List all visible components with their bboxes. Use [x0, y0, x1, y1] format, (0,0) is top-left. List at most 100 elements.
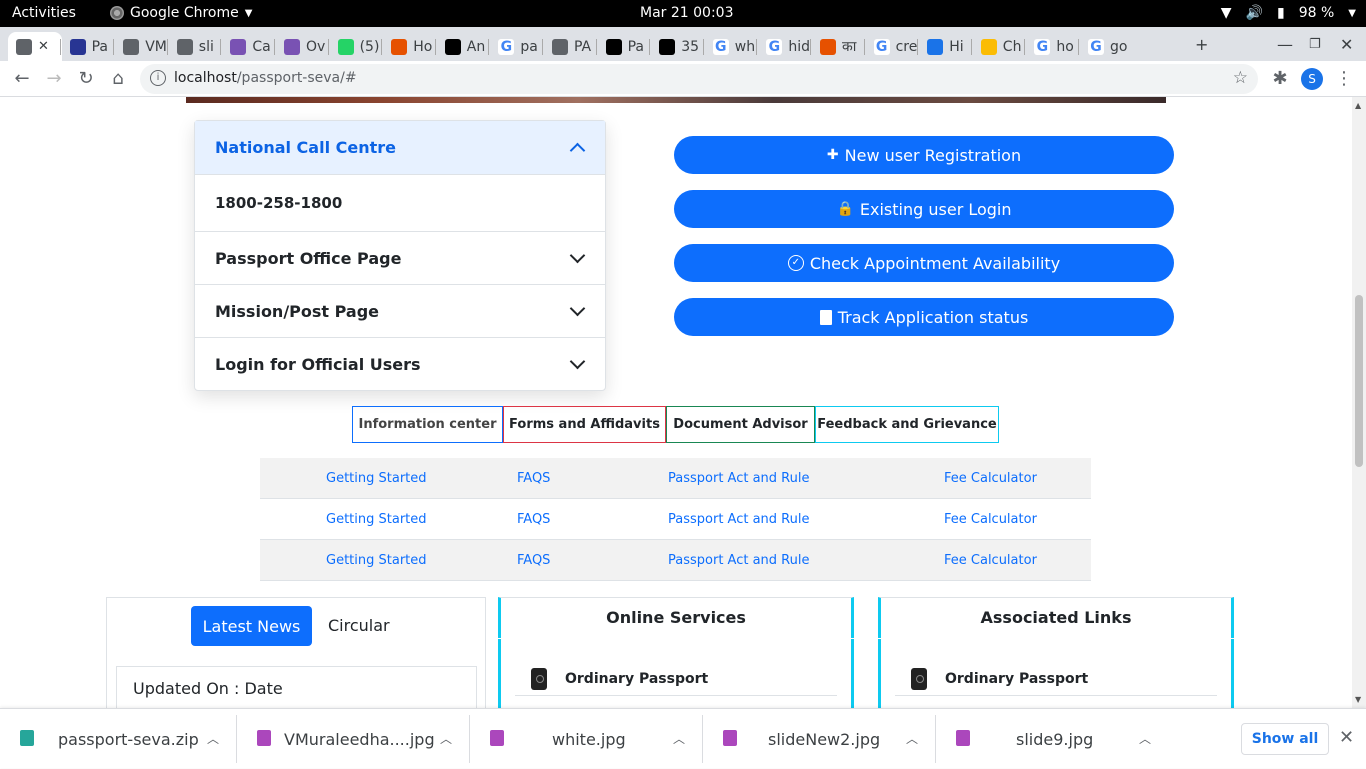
browser-tab[interactable]: 35 — [651, 32, 703, 61]
menu-kebab-icon[interactable]: ⋮ — [1332, 67, 1356, 91]
forward-button[interactable]: → — [42, 67, 66, 91]
scroll-up-icon[interactable]: ▲ — [1355, 101, 1361, 110]
download-item[interactable]: slideNew2.jpg ︿ — [703, 709, 934, 769]
scroll-down-icon[interactable]: ▼ — [1355, 695, 1361, 704]
clock[interactable]: Mar 21 00:03 — [640, 5, 733, 21]
tab-separator — [810, 39, 811, 55]
browser-tab[interactable]: (5) — [330, 32, 382, 61]
browser-tab[interactable]: Ghid — [758, 32, 810, 61]
back-button[interactable]: ← — [10, 67, 34, 91]
chevron-up-icon[interactable]: ︿ — [673, 730, 685, 747]
download-item[interactable]: VMuraleedha....jpg ︿ — [237, 709, 468, 769]
address-bar[interactable]: i localhost/passport-seva/# ☆ — [140, 64, 1258, 94]
restore-button[interactable]: ❐ — [1309, 37, 1321, 52]
browser-tab[interactable]: Gcre — [866, 32, 918, 61]
browser-tab[interactable]: Pa — [62, 32, 114, 61]
link-faqs[interactable]: FAQS — [517, 512, 550, 527]
browser-tab[interactable]: Ggo — [1080, 32, 1132, 61]
link-getting-started[interactable]: Getting Started — [326, 512, 427, 527]
browser-tab[interactable]: Ca — [222, 32, 274, 61]
tab-title: ho — [1056, 38, 1074, 55]
tab-document-advisor[interactable]: Document Advisor — [666, 406, 815, 443]
file-icon — [490, 730, 504, 746]
browser-tab[interactable]: ✕ — [8, 32, 62, 61]
minimize-button[interactable]: — — [1277, 35, 1293, 54]
tab-feedback-grievance[interactable]: Feedback and Grievance — [815, 406, 999, 443]
link-fee-calculator[interactable]: Fee Calculator — [944, 471, 1037, 486]
accordion-header-mission-post[interactable]: Mission/Post Page — [195, 284, 605, 337]
new-registration-button[interactable]: ✚ New user Registration — [674, 136, 1174, 174]
link-passport-act[interactable]: Passport Act and Rule — [668, 553, 809, 568]
browser-tab[interactable]: Ho — [383, 32, 435, 61]
info-icon[interactable]: i — [150, 70, 166, 86]
link-faqs[interactable]: FAQS — [517, 553, 550, 568]
scrollbar-thumb[interactable] — [1355, 295, 1363, 467]
browser-tab[interactable]: sli — [169, 32, 221, 61]
page-scrollbar[interactable]: ▲ ▼ — [1352, 97, 1366, 708]
browser-tab[interactable]: Ov — [276, 32, 328, 61]
reload-button[interactable]: ↻ — [74, 67, 98, 91]
tab-strip: + — ❐ ✕ ✕ Pa VM sli Ca Ov (5) Ho An Gpa PA Pa 35 Gwh G… — [0, 27, 1366, 61]
chevron-up-icon[interactable]: ︿ — [906, 730, 918, 747]
link-getting-started[interactable]: Getting Started — [326, 471, 427, 486]
system-tray[interactable]: ▼ 🔊 ▮ 98 % ▼ — [1221, 5, 1356, 21]
tab-forms-affidavits[interactable]: Forms and Affidavits — [503, 406, 666, 443]
close-tab-icon[interactable]: ✕ — [38, 39, 49, 54]
link-fee-calculator[interactable]: Fee Calculator — [944, 512, 1037, 527]
tab-label: Document Advisor — [673, 417, 808, 432]
button-label: Existing user Login — [859, 199, 1012, 219]
updated-on-text: Updated On : Date — [116, 666, 477, 708]
browser-tab[interactable]: Gwh — [705, 32, 757, 61]
tab-separator — [1024, 39, 1026, 55]
home-button[interactable]: ⌂ — [106, 67, 130, 91]
chevron-up-icon[interactable]: ︿ — [440, 730, 452, 747]
browser-tab[interactable]: Gho — [1026, 32, 1078, 61]
url-path: /passport-seva/# — [236, 70, 357, 86]
link-getting-started[interactable]: Getting Started — [326, 553, 427, 568]
existing-login-button[interactable]: 🔒 Existing user Login — [674, 190, 1174, 228]
accordion-header-national-call-centre[interactable]: National Call Centre — [195, 121, 605, 174]
show-all-downloads-button[interactable]: Show all — [1241, 723, 1329, 755]
circular-tab[interactable]: Circular — [328, 616, 390, 635]
browser-tab[interactable]: An — [437, 32, 489, 61]
download-item[interactable]: passport-seva.zip ︿ — [0, 709, 235, 769]
tab-title: cre — [895, 38, 918, 55]
browser-tab[interactable]: का — [812, 32, 864, 61]
activities-button[interactable]: Activities — [12, 5, 76, 21]
link-faqs[interactable]: FAQS — [517, 471, 550, 486]
track-application-button[interactable]: Track Application status — [674, 298, 1174, 336]
browser-tab[interactable]: Gpa — [490, 32, 542, 61]
new-tab-button[interactable]: + — [1195, 35, 1208, 54]
link-passport-act[interactable]: Passport Act and Rule — [668, 512, 809, 527]
browser-tab[interactable]: Pa — [598, 32, 650, 61]
browser-tab[interactable]: VM — [115, 32, 167, 61]
app-menu[interactable]: Google Chrome ▼ — [110, 5, 252, 21]
browser-tab[interactable]: Ch — [973, 32, 1025, 61]
link-item-ordinary-passport[interactable]: Ordinary Passport — [895, 662, 1217, 696]
service-item-ordinary-passport[interactable]: Ordinary Passport — [515, 662, 837, 696]
tab-separator — [595, 39, 597, 55]
link-passport-act[interactable]: Passport Act and Rule — [668, 471, 809, 486]
accordion-header-official-login[interactable]: Login for Official Users — [195, 337, 605, 390]
tab-favicon-icon — [552, 38, 568, 55]
profile-avatar[interactable]: S — [1301, 68, 1323, 90]
extensions-icon[interactable]: ✱ — [1268, 67, 1292, 91]
chevron-up-icon[interactable]: ︿ — [1139, 730, 1151, 747]
call-centre-number: 1800-258-1800 — [215, 194, 343, 212]
download-item[interactable]: white.jpg ︿ — [470, 709, 701, 769]
tab-information-center[interactable]: Information center — [352, 406, 503, 443]
latest-news-tab[interactable]: Latest News — [191, 606, 312, 646]
bookmark-star-icon[interactable]: ☆ — [1233, 68, 1248, 88]
accordion-header-passport-office[interactable]: Passport Office Page — [195, 231, 605, 284]
chevron-down-icon: ▼ — [1348, 7, 1356, 19]
link-fee-calculator[interactable]: Fee Calculator — [944, 553, 1037, 568]
file-icon — [956, 730, 970, 746]
close-downloads-icon[interactable]: ✕ — [1339, 727, 1354, 748]
check-appointment-button[interactable]: ✓ Check Appointment Availability — [674, 244, 1174, 282]
chevron-up-icon[interactable]: ︿ — [207, 730, 219, 747]
close-window-button[interactable]: ✕ — [1340, 35, 1353, 54]
chevron-down-icon: ▼ — [244, 7, 253, 19]
browser-tab[interactable]: Hi — [919, 32, 971, 61]
browser-tab[interactable]: PA — [544, 32, 596, 61]
download-item[interactable]: slide9.jpg ︿ — [936, 709, 1167, 769]
